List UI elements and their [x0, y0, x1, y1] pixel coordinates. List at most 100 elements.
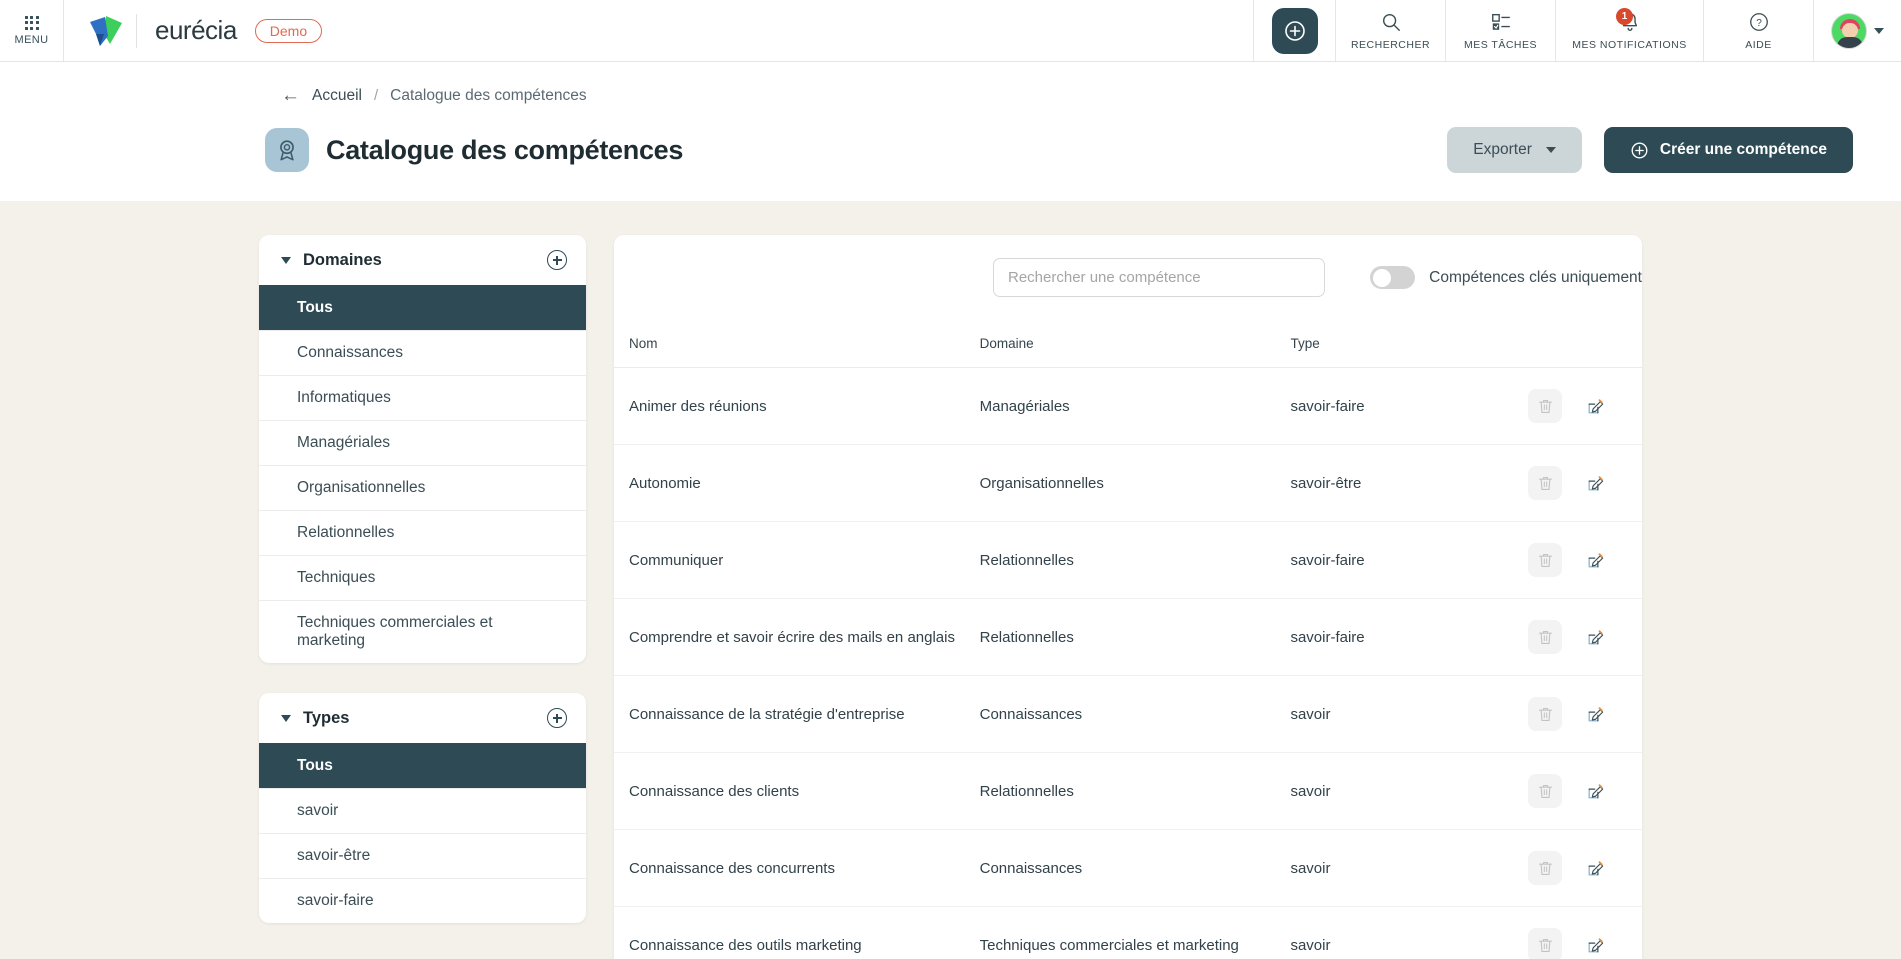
- topbar-item-mes-notifications[interactable]: 1 MES NOTIFICATIONS: [1555, 0, 1703, 61]
- sidebar-item-type-savoir[interactable]: savoir: [259, 788, 586, 833]
- table-row[interactable]: Connaissance des concurrents Connaissance…: [614, 829, 1642, 907]
- collapse-triangle-icon[interactable]: [281, 256, 291, 264]
- cell-nom: Connaissance des outils marketing: [614, 906, 980, 959]
- page-header-actions: Exporter Créer une compétence: [1447, 127, 1853, 173]
- topbar-item-rechercher[interactable]: RECHERCHER: [1335, 0, 1445, 61]
- column-header-actions: [1528, 320, 1642, 368]
- tasks-icon: [1491, 13, 1510, 30]
- brand-logo-area[interactable]: eurécia Demo: [64, 0, 336, 61]
- skills-table-body: Animer des réunions Managériales savoir-fa…: [614, 367, 1642, 959]
- column-header-type[interactable]: Type: [1290, 320, 1528, 368]
- column-header-nom[interactable]: Nom: [614, 320, 980, 368]
- sidebar-item-domaine-techniques-commerciales[interactable]: Techniques commerciales et marketing: [259, 600, 586, 663]
- sidebar-item-domaine-informatiques[interactable]: Informatiques: [259, 375, 586, 420]
- export-button-label: Exporter: [1473, 141, 1532, 158]
- domaines-filter-panel: Domaines Tous Connaissances Informatique…: [259, 235, 586, 663]
- cell-domaine: Techniques commerciales et marketing: [979, 906, 1291, 959]
- trash-icon[interactable]: [1528, 389, 1562, 423]
- types-panel-title: Types: [303, 708, 350, 727]
- table-row[interactable]: Communiquer Relationnelles savoir-faire: [614, 521, 1642, 599]
- sidebar-item-domaine-manageriales[interactable]: Managériales: [259, 420, 586, 465]
- breadcrumb-home-link[interactable]: Accueil: [312, 87, 362, 105]
- edit-pencil-icon[interactable]: [1578, 466, 1612, 500]
- sidebar-item-domaine-techniques[interactable]: Techniques: [259, 555, 586, 600]
- export-button[interactable]: Exporter: [1447, 127, 1582, 173]
- trash-icon[interactable]: [1528, 928, 1562, 959]
- cell-type: savoir-faire: [1290, 598, 1528, 676]
- types-filter-panel: Types Tous savoir savoir-être savoir-fai…: [259, 693, 586, 923]
- edit-pencil-icon[interactable]: [1578, 543, 1612, 577]
- cell-domaine: Managériales: [979, 367, 1291, 445]
- add-domaine-button[interactable]: [547, 250, 567, 270]
- plus-circle-icon: [1631, 142, 1648, 158]
- quick-add-button[interactable]: [1271, 7, 1318, 54]
- table-row[interactable]: Autonomie Organisationnelles savoir-être: [614, 444, 1642, 522]
- cell-type: savoir-être: [1290, 444, 1528, 522]
- award-badge-icon: [265, 128, 309, 172]
- back-arrow-icon[interactable]: ←: [281, 86, 300, 105]
- table-row[interactable]: Animer des réunions Managériales savoir-fa…: [614, 367, 1642, 445]
- topbar-item-label: AIDE: [1745, 38, 1772, 51]
- user-account-menu[interactable]: [1813, 0, 1901, 61]
- cell-domaine: Organisationnelles: [979, 444, 1291, 522]
- eurecia-logo-icon: [86, 14, 124, 48]
- sidebar-item-domaine-relationnelles[interactable]: Relationnelles: [259, 510, 586, 555]
- sidebar-item-domaine-tous[interactable]: Tous: [259, 285, 586, 330]
- header-bottom-spacer: [0, 173, 1901, 201]
- trash-icon[interactable]: [1528, 851, 1562, 885]
- notification-count-badge: 1: [1616, 8, 1633, 25]
- create-skill-button[interactable]: Créer une compétence: [1603, 127, 1853, 173]
- cell-nom: Connaissance de la stratégie d'entrepris…: [614, 675, 980, 753]
- breadcrumb-separator: /: [373, 87, 379, 104]
- cell-actions: [1528, 444, 1642, 522]
- table-row[interactable]: Connaissance des clients Relationnelles sa…: [614, 752, 1642, 830]
- page-header: ← Accueil / Catalogue des compétences Ca…: [0, 62, 1901, 201]
- edit-pencil-icon[interactable]: [1578, 928, 1612, 959]
- edit-pencil-icon[interactable]: [1578, 774, 1612, 808]
- search-input[interactable]: [993, 258, 1326, 297]
- search-icon: [1382, 13, 1400, 31]
- trash-icon[interactable]: [1528, 543, 1562, 577]
- table-row[interactable]: Connaissance des outils marketing Techniq…: [614, 906, 1642, 959]
- help-circle-icon: ?: [1749, 12, 1768, 31]
- trash-icon[interactable]: [1528, 697, 1562, 731]
- create-skill-button-label: Créer une compétence: [1659, 141, 1827, 158]
- trash-icon[interactable]: [1528, 466, 1562, 500]
- cell-nom: Animer des réunions: [614, 367, 980, 445]
- trash-icon[interactable]: [1528, 620, 1562, 654]
- table-header-row: Nom Domaine Type: [614, 320, 1642, 368]
- topbar-item-aide[interactable]: ? AIDE: [1703, 0, 1813, 61]
- menu-button-label: MENU: [14, 33, 49, 46]
- topbar-item-label: MES TÂCHES: [1463, 38, 1538, 51]
- sidebar-item-type-tous[interactable]: Tous: [259, 743, 586, 788]
- edit-pencil-icon[interactable]: [1578, 697, 1612, 731]
- skills-table: Nom Domaine Type Animer des réunions Mana…: [614, 320, 1642, 959]
- cell-nom: Communiquer: [614, 521, 980, 599]
- sidebar-item-type-savoir-etre[interactable]: savoir-être: [259, 833, 586, 878]
- key-skills-toggle[interactable]: [1370, 266, 1416, 289]
- add-type-button[interactable]: [547, 708, 567, 728]
- top-navigation-bar: MENU eurécia Demo RECHERCHER MES TÂCHES …: [0, 0, 1901, 62]
- breadcrumb: ← Accueil / Catalogue des compétences: [0, 62, 1901, 105]
- edit-pencil-icon[interactable]: [1578, 389, 1612, 423]
- edit-pencil-icon[interactable]: [1578, 851, 1612, 885]
- page-body: Domaines Tous Connaissances Informatique…: [0, 201, 1901, 959]
- topbar-item-mes-taches[interactable]: MES TÂCHES: [1445, 0, 1555, 61]
- sidebar-item-domaine-connaissances[interactable]: Connaissances: [259, 330, 586, 375]
- logo-divider: [136, 13, 137, 48]
- cell-type: savoir: [1290, 906, 1528, 959]
- trash-icon[interactable]: [1528, 774, 1562, 808]
- table-row[interactable]: Comprendre et savoir écrire des mails en…: [614, 598, 1642, 676]
- menu-button[interactable]: MENU: [0, 0, 64, 61]
- sidebar-item-domaine-organisationnelles[interactable]: Organisationnelles: [259, 465, 586, 510]
- table-row[interactable]: Connaissance de la stratégie d'entrepris…: [614, 675, 1642, 753]
- cell-actions: [1528, 829, 1642, 907]
- column-header-domaine[interactable]: Domaine: [979, 320, 1291, 368]
- cell-nom: Autonomie: [614, 444, 980, 522]
- edit-pencil-icon[interactable]: [1578, 620, 1612, 654]
- sidebar-item-type-savoir-faire[interactable]: savoir-faire: [259, 878, 586, 923]
- cell-type: savoir: [1290, 829, 1528, 907]
- skills-table-head: Nom Domaine Type: [614, 320, 1642, 368]
- filters-sidebar: Domaines Tous Connaissances Informatique…: [259, 235, 586, 959]
- collapse-triangle-icon[interactable]: [281, 714, 291, 722]
